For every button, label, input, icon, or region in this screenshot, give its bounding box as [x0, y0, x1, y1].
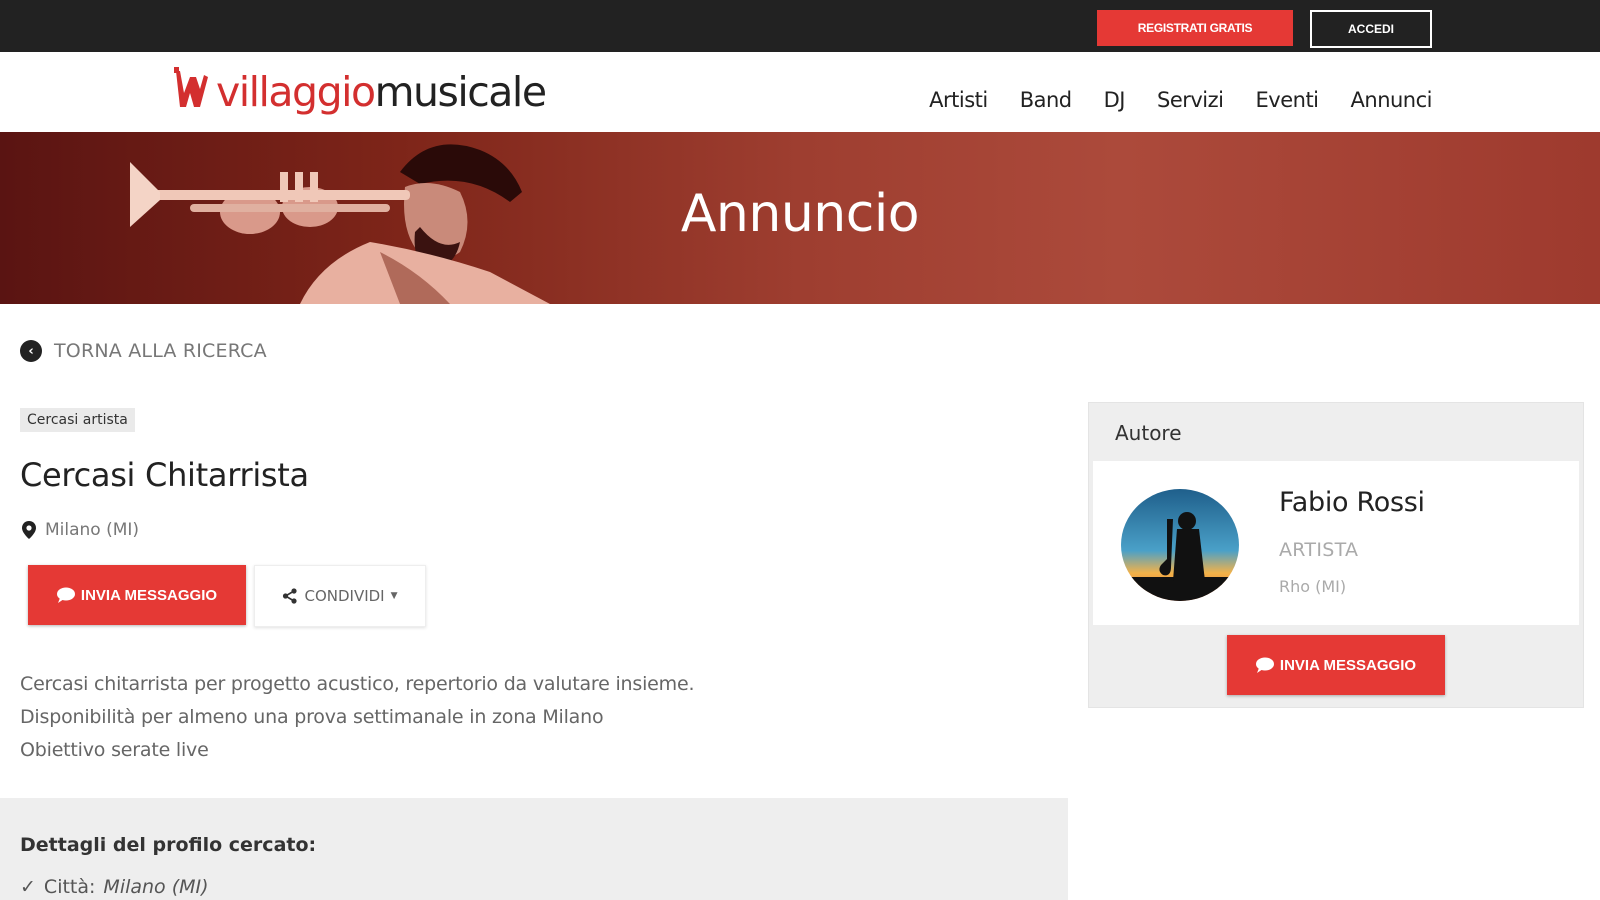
top-bar: REGISTRATI GRATIS ACCEDI — [0, 0, 1600, 52]
ad-description: Cercasi chitarrista per progetto acustic… — [20, 668, 1020, 767]
author-send-message-button[interactable]: INVIA MESSAGGIO — [1227, 635, 1445, 695]
back-to-search-link[interactable]: ‹ TORNA ALLA RICERCA — [20, 340, 267, 362]
map-pin-icon — [22, 521, 36, 539]
caret-down-icon: ▼ — [390, 591, 398, 601]
register-button[interactable]: REGISTRATI GRATIS — [1097, 10, 1293, 46]
chat-bubble-icon — [56, 587, 75, 603]
send-message-label: INVIA MESSAGGIO — [80, 586, 218, 604]
author-role: ARTISTA — [1279, 539, 1359, 561]
author-send-message-label: INVIA MESSAGGIO — [1279, 656, 1417, 674]
details-city: ✓ Città: Milano (MI) — [20, 876, 209, 898]
nav-item-dj[interactable]: DJ — [1104, 88, 1126, 112]
description-line: Cercasi chitarrista per progetto acustic… — [20, 673, 695, 695]
author-city: Rho (MI) — [1279, 577, 1347, 596]
nav-item-servizi[interactable]: Servizi — [1157, 88, 1224, 112]
back-to-search-label: TORNA ALLA RICERCA — [54, 340, 267, 362]
site-header: villaggiomusicale Artisti Band DJ Serviz… — [0, 52, 1600, 132]
chat-bubble-icon — [1255, 657, 1274, 673]
share-icon — [283, 588, 298, 604]
city-value: Milano (MI) — [103, 876, 209, 898]
author-card: Autore Fabio Rossi ARTISTA Rho (MI) INVI… — [1088, 402, 1584, 708]
page-banner: Annuncio — [0, 132, 1600, 304]
description-line: Disponibilità per almeno una prova setti… — [20, 706, 604, 728]
share-label: CONDIVIDI — [304, 587, 385, 605]
nav-item-eventi[interactable]: Eventi — [1256, 88, 1320, 112]
nav-item-artisti[interactable]: Artisti — [929, 88, 988, 112]
avatar[interactable] — [1121, 489, 1239, 601]
details-heading: Dettagli del profilo cercato: — [20, 834, 317, 856]
description-line: Obiettivo serate live — [20, 739, 209, 761]
login-button[interactable]: ACCEDI — [1310, 10, 1432, 48]
logo-wordmark: villaggiomusicale — [216, 67, 547, 116]
author-heading: Autore — [1115, 421, 1182, 445]
ad-title: Cercasi Chitarrista — [20, 456, 309, 494]
check-icon: ✓ — [20, 876, 36, 898]
share-dropdown-button[interactable]: CONDIVIDI ▼ — [254, 565, 426, 627]
page-title: Annuncio — [680, 184, 920, 244]
nav-item-band[interactable]: Band — [1020, 88, 1072, 112]
send-message-button[interactable]: INVIA MESSAGGIO — [28, 565, 246, 625]
chevron-left-icon: ‹ — [20, 340, 42, 362]
nav-item-annunci[interactable]: Annunci — [1351, 88, 1433, 112]
location-text: Milano (MI) — [45, 520, 140, 540]
saxophone-player-image — [1121, 489, 1239, 601]
main-nav: Artisti Band DJ Servizi Eventi Annunci — [929, 88, 1432, 112]
ad-location: Milano (MI) — [22, 520, 139, 540]
author-info: Fabio Rossi ARTISTA Rho (MI) — [1093, 461, 1579, 625]
site-logo[interactable]: villaggiomusicale — [170, 64, 547, 120]
city-label: Città: — [43, 876, 96, 898]
author-name[interactable]: Fabio Rossi — [1279, 487, 1425, 518]
category-badge: Cercasi artista — [20, 408, 135, 432]
logo-mark-icon — [174, 67, 208, 107]
profile-details-section: Dettagli del profilo cercato: ✓ Città: M… — [0, 798, 1068, 900]
